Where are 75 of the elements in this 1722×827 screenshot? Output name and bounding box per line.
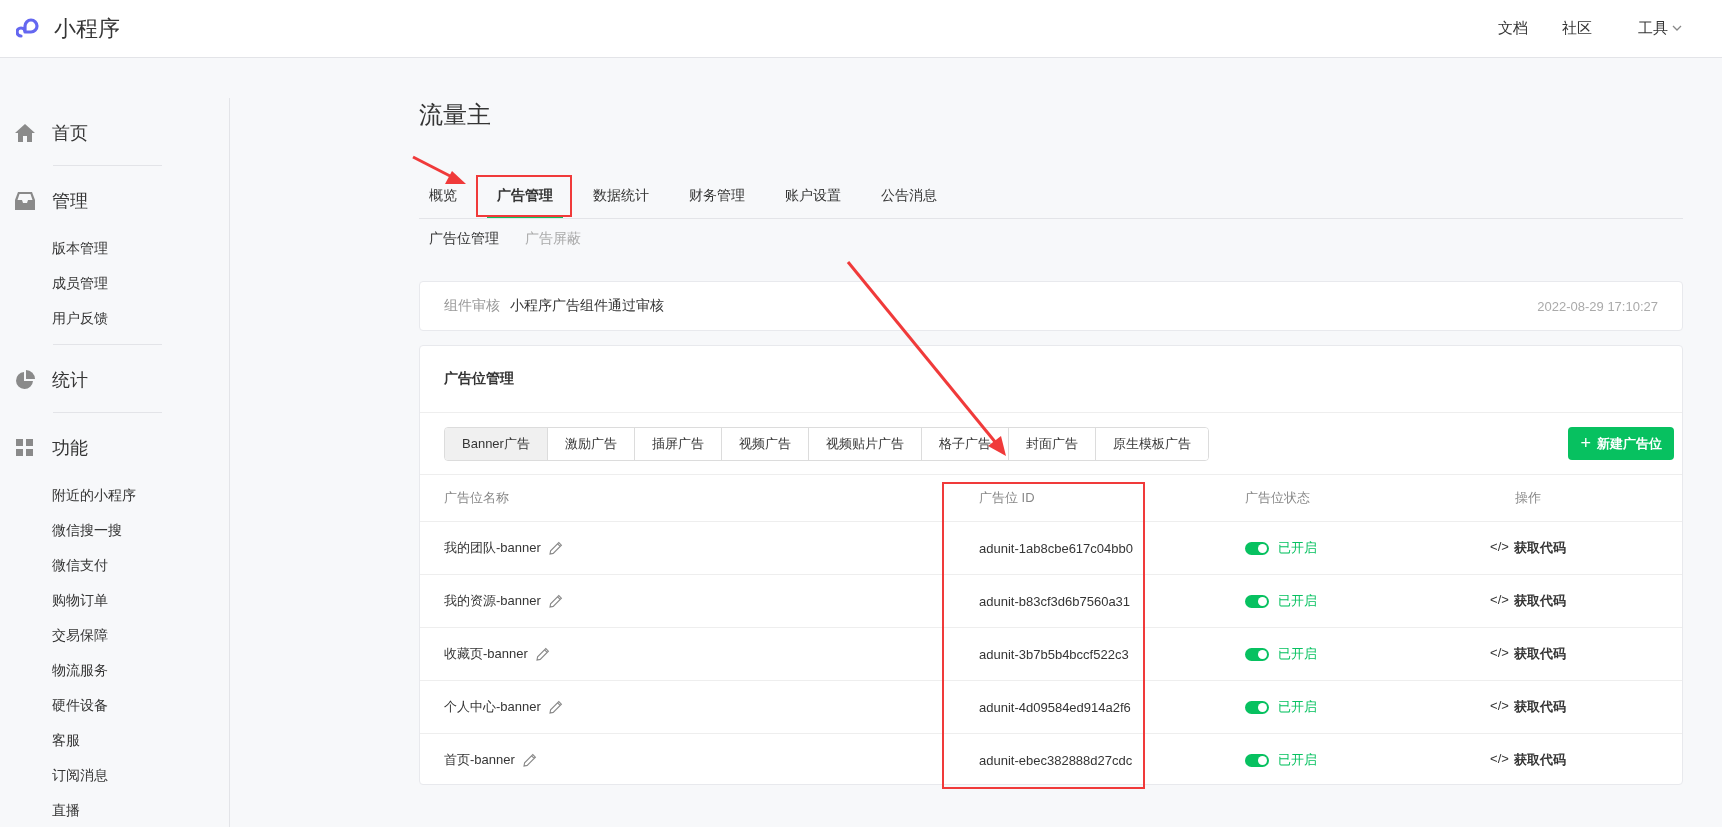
notice-label: 组件审核	[444, 297, 500, 315]
status-text: 已开启	[1278, 751, 1317, 769]
pencil-icon[interactable]	[548, 541, 563, 555]
sidebar-item[interactable]: 附近的小程序	[52, 478, 229, 513]
table-cell: 个人中心-banner	[444, 698, 541, 716]
table-cell: adunit-b83cf3d6b7560a31	[979, 593, 1131, 609]
get-code-link[interactable]: </> 获取代码	[1490, 592, 1566, 610]
get-code-link[interactable]: </> 获取代码	[1490, 645, 1566, 663]
sidebar-item[interactable]: 物流服务	[52, 653, 229, 688]
sidebar-item[interactable]: 硬件设备	[52, 688, 229, 723]
card-title: 广告位管理	[444, 370, 514, 388]
grid-icon	[15, 439, 35, 457]
column-header: 操作	[1515, 489, 1541, 507]
get-code-link[interactable]: </> 获取代码	[1490, 539, 1566, 557]
nav-link[interactable]: 文档	[1498, 19, 1528, 38]
sidebar-item[interactable]: 直播	[52, 793, 229, 827]
table-cell: 我的团队-banner	[444, 539, 541, 557]
toggle-switch[interactable]	[1245, 700, 1269, 714]
table-cell: 收藏页-banner	[444, 645, 528, 663]
ad-type-tab[interactable]: Banner广告	[445, 427, 547, 460]
annotation-arrow	[412, 155, 466, 184]
sidebar-section[interactable]: 统计	[52, 368, 88, 392]
status-text: 已开启	[1278, 539, 1317, 557]
nav-link[interactable]: 社区	[1562, 19, 1592, 38]
notice-time: 2022-08-29 17:10:27	[1537, 298, 1658, 314]
status-text: 已开启	[1278, 698, 1317, 716]
table-cell: 首页-banner	[444, 751, 515, 769]
pie-chart-icon	[15, 370, 35, 390]
table-cell: adunit-ebec382888d27cdc	[979, 752, 1133, 768]
toggle-switch[interactable]	[1245, 594, 1269, 608]
toggle-switch[interactable]	[1245, 541, 1269, 555]
chevron-down-icon	[1672, 25, 1682, 32]
subtab[interactable]: 广告位管理	[429, 230, 499, 248]
sidebar-item[interactable]: 微信搜一搜	[52, 513, 229, 548]
sidebar-item[interactable]: 用户反馈	[52, 301, 229, 336]
toggle-switch[interactable]	[1245, 753, 1269, 767]
tab[interactable]: 财务管理	[679, 176, 755, 218]
sidebar-item[interactable]: 购物订单	[52, 583, 229, 618]
sidebar-item[interactable]: 微信支付	[52, 548, 229, 583]
table-cell: adunit-3b7b5b4bccf522c3	[979, 646, 1129, 662]
get-code-link[interactable]: </> 获取代码	[1490, 698, 1566, 716]
pencil-icon[interactable]	[535, 647, 550, 661]
tab[interactable]: 数据统计	[583, 176, 659, 218]
sidebar-item[interactable]: 交易保障	[52, 618, 229, 653]
tab[interactable]: 概览	[419, 176, 467, 218]
sidebar-section[interactable]: 功能	[52, 436, 88, 460]
sidebar-section[interactable]: 首页	[52, 121, 88, 145]
pencil-icon[interactable]	[548, 700, 563, 714]
tray-icon	[15, 192, 35, 210]
table-cell: adunit-4d09584ed914a2f6	[979, 699, 1131, 715]
sidebar-section[interactable]: 管理	[52, 189, 88, 213]
toggle-switch[interactable]	[1245, 647, 1269, 661]
pencil-icon[interactable]	[548, 594, 563, 608]
sidebar-item[interactable]: 客服	[52, 723, 229, 758]
status-text: 已开启	[1278, 592, 1317, 610]
home-icon	[15, 124, 35, 142]
pencil-icon[interactable]	[522, 753, 537, 767]
column-header: 广告位状态	[1245, 489, 1310, 507]
notice-text: 小程序广告组件通过审核	[510, 297, 664, 315]
sidebar-item[interactable]: 订阅消息	[52, 758, 229, 793]
app-title: 小程序	[54, 14, 120, 43]
column-header: 广告位 ID	[979, 489, 1035, 507]
sidebar-item[interactable]: 版本管理	[52, 231, 229, 266]
ad-type-tab[interactable]: 原生模板广告	[1094, 427, 1208, 460]
table-cell: adunit-1ab8cbe617c04bb0	[979, 540, 1133, 556]
tab[interactable]: 账户设置	[775, 176, 851, 218]
page-title: 流量主	[419, 100, 492, 130]
column-header: 广告位名称	[444, 489, 509, 507]
table-cell: 我的资源-banner	[444, 592, 541, 610]
tab[interactable]: 公告消息	[871, 176, 947, 218]
tab[interactable]: 广告管理	[487, 176, 563, 218]
get-code-link[interactable]: </> 获取代码	[1490, 751, 1566, 769]
nav-link[interactable]: 工具	[1638, 19, 1682, 38]
status-text: 已开启	[1278, 645, 1317, 663]
sidebar-item[interactable]: 成员管理	[52, 266, 229, 301]
